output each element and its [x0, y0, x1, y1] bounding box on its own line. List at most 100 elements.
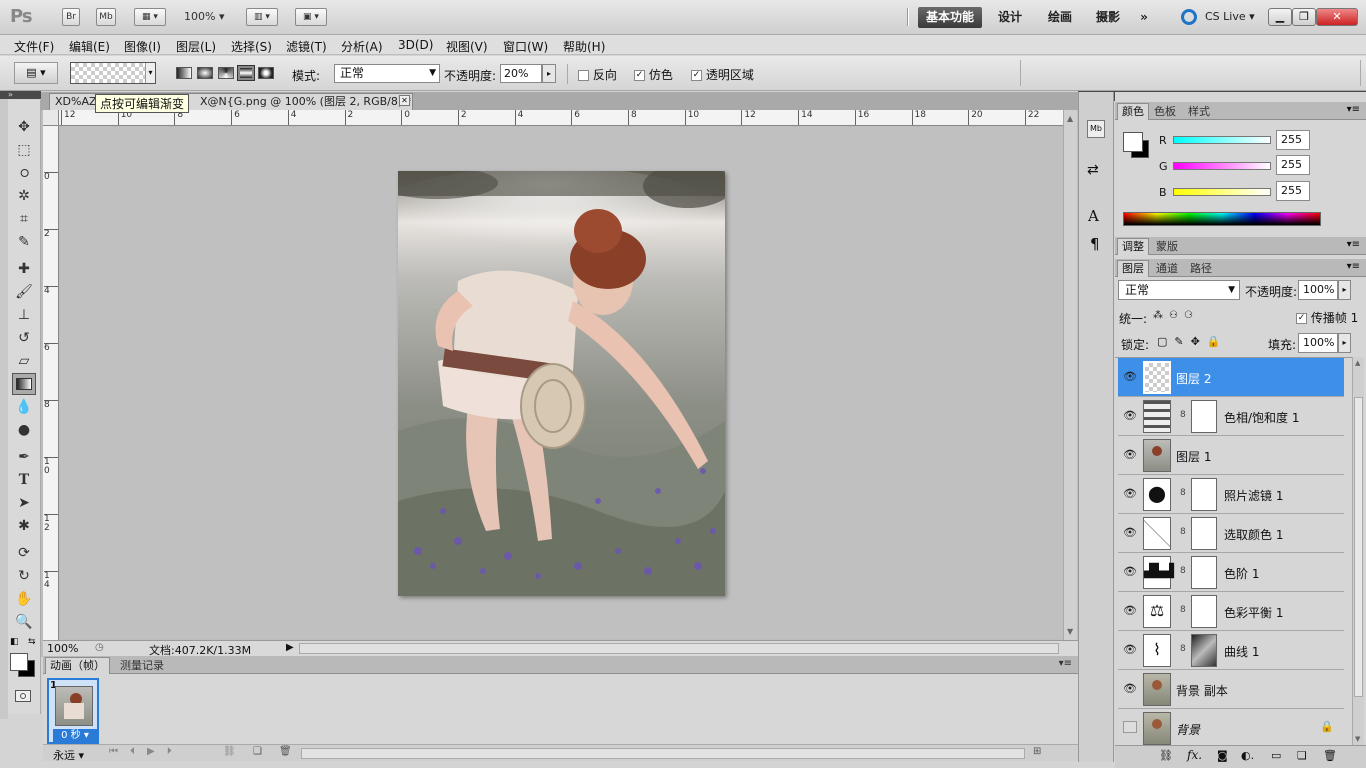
cslive-menu[interactable]: CS Live ▾: [1205, 10, 1255, 23]
layer-row-background-copy[interactable]: 👁 背景 副本: [1118, 670, 1344, 709]
zoom-tool-icon[interactable]: 🔍: [12, 611, 36, 633]
dodge-tool-icon[interactable]: ●: [12, 419, 36, 441]
delete-layer-icon[interactable]: 🗑: [1323, 749, 1337, 762]
minimize-window-icon[interactable]: ▁: [1268, 8, 1292, 26]
propagate-frame-checkbox[interactable]: ✓ 传播帧 1: [1296, 309, 1358, 326]
scroll-up-icon[interactable]: ▲: [1067, 114, 1073, 123]
crop-tool-icon[interactable]: ⌗: [12, 208, 36, 230]
tab-adjustments[interactable]: 调整: [1117, 238, 1149, 255]
layer-row-curves[interactable]: 👁 ⌇ 8 曲线 1: [1118, 631, 1344, 670]
layer-row-hue-saturation[interactable]: 👁 8 色相/饱和度 1: [1118, 397, 1344, 436]
menu-layer[interactable]: 图层(L): [176, 38, 216, 55]
layer-row-selective-color[interactable]: 👁 8 选取颜色 1: [1118, 514, 1344, 553]
panel-menu-icon[interactable]: ▾≡: [1347, 239, 1360, 250]
new-group-icon[interactable]: ▭: [1271, 749, 1281, 762]
frame-scrollbar[interactable]: [301, 748, 1025, 759]
pen-tool-icon[interactable]: ✒: [12, 446, 36, 468]
linear-gradient-icon[interactable]: [176, 67, 192, 79]
layer-row-color-balance[interactable]: 👁 ⚖ 8 色彩平衡 1: [1118, 592, 1344, 631]
foreground-color-swatch[interactable]: [10, 653, 28, 671]
tab-animation[interactable]: 动画（帧）: [45, 657, 110, 674]
mini-bridge-button[interactable]: Mb: [96, 8, 116, 26]
tool-preset-picker[interactable]: ▤ ▾: [14, 62, 58, 84]
opacity-slider-arrow-icon[interactable]: ▸: [542, 64, 556, 83]
quick-mask-icon[interactable]: [15, 690, 31, 702]
character-panel-icon[interactable]: A: [1088, 207, 1099, 225]
path-selection-tool-icon[interactable]: ➤: [12, 492, 36, 514]
type-tool-icon[interactable]: T: [12, 469, 36, 491]
marquee-tool-icon[interactable]: ⬚: [12, 139, 36, 161]
timeline-toggle-icon[interactable]: ⊞: [1033, 746, 1041, 757]
link-layers-icon[interactable]: ⛓: [1159, 749, 1173, 762]
lock-icons[interactable]: ▢✎✥🔒: [1157, 335, 1228, 348]
eye-icon[interactable]: 👁: [1123, 409, 1137, 422]
eye-icon[interactable]: 👁: [1123, 565, 1137, 578]
tab-color[interactable]: 颜色: [1117, 103, 1149, 120]
default-colors-icon[interactable]: ◧: [10, 637, 19, 647]
animation-frame[interactable]: 1 0 秒 ▾: [47, 678, 99, 744]
3d-rotate-tool-icon[interactable]: ⟳: [12, 542, 36, 564]
layer-row-layer2[interactable]: 👁 图层 2: [1118, 358, 1344, 397]
ruler-origin[interactable]: [43, 110, 59, 126]
horizontal-scrollbar[interactable]: [299, 643, 1059, 654]
3d-orbit-tool-icon[interactable]: ↻: [12, 565, 36, 587]
lasso-tool-icon[interactable]: ഠ: [12, 162, 36, 184]
fill-input[interactable]: 100%: [1298, 333, 1338, 353]
move-tool-icon[interactable]: ✥: [12, 116, 36, 138]
bridge-button[interactable]: Br: [62, 8, 80, 26]
new-frame-icon[interactable]: ❏: [253, 746, 262, 757]
new-layer-icon[interactable]: ❏: [1297, 749, 1307, 762]
add-mask-icon[interactable]: ◙: [1217, 749, 1228, 762]
angle-gradient-icon[interactable]: [218, 67, 234, 79]
delete-frame-icon[interactable]: 🗑: [279, 746, 292, 757]
gradient-picker[interactable]: [70, 62, 156, 84]
layer-row-background[interactable]: 背景 🔒: [1118, 709, 1344, 748]
arrange-documents-button[interactable]: ▥ ▾: [246, 8, 278, 26]
eye-icon[interactable]: 👁: [1123, 448, 1137, 461]
collapse-arrows-icon[interactable]: »: [8, 90, 13, 99]
healing-brush-tool-icon[interactable]: ✚: [12, 258, 36, 280]
blend-mode-select[interactable]: 正常 ▼: [334, 64, 440, 83]
eye-icon[interactable]: 👁: [1123, 526, 1137, 539]
document-image[interactable]: [398, 171, 725, 596]
menu-window[interactable]: 窗口(W): [503, 38, 548, 55]
opacity-slider-arrow-icon[interactable]: ▸: [1338, 280, 1351, 300]
menu-help[interactable]: 帮助(H): [563, 38, 605, 55]
workspace-photography[interactable]: 摄影: [1088, 7, 1128, 28]
close-window-icon[interactable]: ✕: [1316, 8, 1358, 26]
toolbar-collapse-strip[interactable]: [0, 91, 41, 99]
blue-slider[interactable]: [1173, 188, 1271, 196]
zoom-level[interactable]: 100% ▾: [184, 10, 224, 23]
status-menu-arrow-icon[interactable]: ▶: [286, 642, 294, 653]
menu-filter[interactable]: 滤镜(T): [286, 38, 327, 55]
tab-measurement-log[interactable]: 测量记录: [115, 657, 169, 674]
eyedropper-tool-icon[interactable]: ✎: [12, 231, 36, 253]
playback-buttons[interactable]: ⏮⏴▶⏵: [109, 746, 184, 757]
eraser-tool-icon[interactable]: ▱: [12, 350, 36, 372]
tab-channels[interactable]: 通道: [1151, 260, 1183, 277]
eye-hidden-icon[interactable]: [1123, 721, 1137, 733]
opacity-input[interactable]: 20%: [500, 64, 542, 83]
magic-wand-tool-icon[interactable]: ✲: [12, 185, 36, 207]
menu-file[interactable]: 文件(F): [14, 38, 54, 55]
color-foreground-swatch[interactable]: [1123, 132, 1143, 152]
mini-bridge-panel-icon[interactable]: Mb: [1087, 120, 1105, 138]
gradient-tool-icon[interactable]: [12, 373, 36, 395]
close-document-icon[interactable]: ✕: [399, 95, 410, 106]
workspace-design[interactable]: 设计: [990, 7, 1030, 28]
clone-stamp-tool-icon[interactable]: ⊥: [12, 304, 36, 326]
layers-scrollbar[interactable]: ▲ ▼: [1352, 357, 1364, 745]
swap-colors-icon[interactable]: ⇆: [28, 637, 36, 647]
eye-icon[interactable]: 👁: [1123, 643, 1137, 656]
green-value-input[interactable]: 255: [1276, 155, 1310, 175]
layer-blend-mode-select[interactable]: 正常 ▼: [1118, 280, 1240, 300]
eye-icon[interactable]: 👁: [1123, 682, 1137, 695]
menu-analysis[interactable]: 分析(A): [341, 38, 383, 55]
scroll-up-icon[interactable]: ▲: [1355, 359, 1360, 367]
tab-swatches[interactable]: 色板: [1149, 103, 1181, 120]
tab-masks[interactable]: 蒙版: [1151, 238, 1183, 255]
color-spectrum-bar[interactable]: [1123, 212, 1321, 226]
chevron-down-icon[interactable]: ▾: [145, 63, 155, 83]
menu-3d[interactable]: 3D(D): [398, 38, 433, 52]
menu-image[interactable]: 图像(I): [124, 38, 161, 55]
